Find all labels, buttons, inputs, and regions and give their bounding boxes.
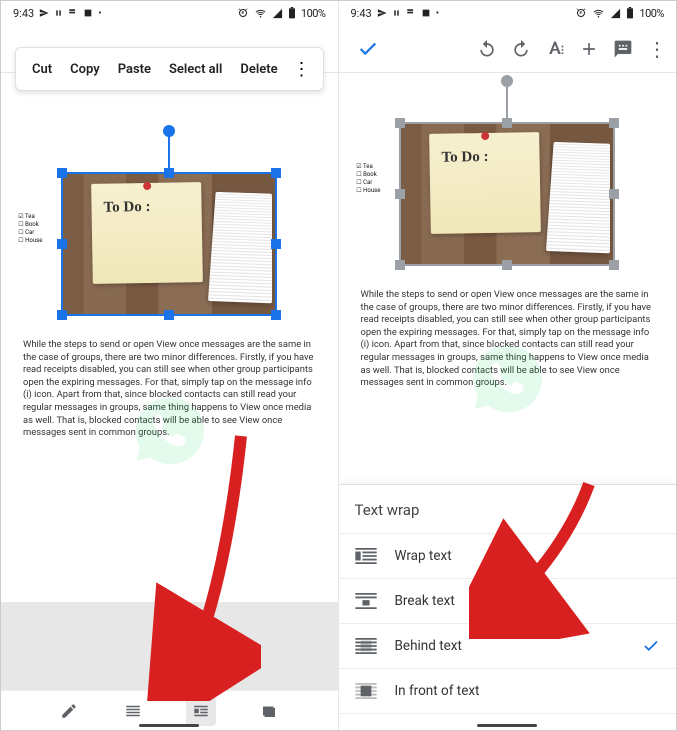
status-time: 9:43	[351, 7, 372, 20]
resize-handle[interactable]	[395, 118, 405, 128]
resize-handle[interactable]	[271, 168, 281, 178]
option-label: Break text	[395, 593, 455, 609]
image-icon	[83, 8, 93, 18]
send-icon	[39, 8, 49, 18]
text-format-icon[interactable]	[540, 34, 570, 64]
resize-handle[interactable]	[164, 168, 174, 178]
context-menu-more-icon[interactable]: ⋮	[289, 55, 315, 84]
resize-handle[interactable]	[395, 260, 405, 270]
cut-button[interactable]: Cut	[24, 56, 60, 83]
panel-title: Text wrap	[339, 485, 677, 534]
status-time: 9:43	[13, 7, 34, 20]
checklist: Tea Book Car House	[18, 213, 42, 245]
selected-image[interactable]: To Do : Tea Book Car House	[62, 173, 276, 315]
layers-icon	[68, 8, 78, 18]
resize-handle[interactable]	[609, 260, 619, 270]
wrap-text-icon	[355, 548, 377, 564]
status-bar: 9:43 • 100%	[339, 1, 677, 25]
undo-icon[interactable]	[472, 34, 502, 64]
image-replace-icon[interactable]	[258, 700, 280, 722]
resize-handle[interactable]	[502, 260, 512, 270]
resize-handle[interactable]	[271, 239, 281, 249]
resize-handle[interactable]	[57, 239, 67, 249]
image-edit-toolbar	[1, 690, 338, 730]
battery-icon	[288, 7, 296, 19]
checklist: Tea Book Car House	[356, 163, 380, 195]
image-icon	[421, 8, 431, 18]
battery-icon	[626, 7, 634, 19]
delete-button[interactable]: Delete	[232, 56, 285, 83]
edit-icon[interactable]	[58, 700, 80, 722]
pause-icon	[54, 8, 63, 18]
alarm-icon	[575, 7, 587, 19]
done-check-icon[interactable]	[349, 25, 387, 73]
toolbar: ⋮	[339, 25, 677, 73]
resize-handle[interactable]	[57, 168, 67, 178]
add-icon[interactable]	[574, 34, 604, 64]
wrap-text-option[interactable]: Wrap text	[339, 534, 677, 579]
battery-level: 100%	[639, 7, 664, 20]
break-text-icon	[355, 593, 377, 609]
in-front-of-text-option[interactable]: In front of text	[339, 669, 677, 714]
left-screenshot: 9:43 •	[1, 1, 339, 730]
rotate-handle[interactable]	[501, 75, 513, 87]
comment-icon[interactable]	[608, 34, 638, 64]
context-menu: Cut Copy Paste Select all Delete ⋮	[15, 47, 324, 91]
redo-icon[interactable]	[506, 34, 536, 64]
send-icon	[377, 8, 387, 18]
front-text-icon	[355, 683, 377, 699]
option-label: In front of text	[395, 683, 480, 699]
body-text: While the steps to send or open View onc…	[1, 315, 338, 440]
signal-icon	[610, 8, 621, 19]
paste-button[interactable]: Paste	[110, 56, 159, 83]
wifi-icon	[592, 8, 605, 19]
text-wrap-panel: Text wrap Wrap text Break text Behind te…	[339, 484, 677, 730]
behind-text-icon	[355, 638, 377, 654]
signal-icon	[272, 8, 283, 19]
more-icon[interactable]: ⋮	[642, 34, 672, 64]
right-screenshot: 9:43 • 100%	[339, 1, 677, 730]
body-text: While the steps to send or open View onc…	[339, 265, 677, 390]
layers-icon	[406, 8, 416, 18]
copy-button[interactable]: Copy	[62, 56, 108, 83]
battery-level: 100%	[301, 7, 326, 20]
nav-pill[interactable]	[477, 724, 537, 727]
resize-handle[interactable]	[57, 310, 67, 320]
alarm-icon	[237, 7, 249, 19]
option-label: Behind text	[395, 638, 462, 654]
behind-text-option[interactable]: Behind text	[339, 624, 677, 669]
resize-handle[interactable]	[271, 310, 281, 320]
justify-icon[interactable]	[122, 700, 144, 722]
pause-icon	[392, 8, 401, 18]
selected-image[interactable]: To Do : Tea Book Car House	[400, 123, 614, 265]
resize-handle[interactable]	[609, 189, 619, 199]
resize-handle[interactable]	[164, 310, 174, 320]
text-wrap-icon[interactable]	[186, 696, 216, 726]
wifi-icon	[254, 8, 267, 19]
nav-pill[interactable]	[139, 724, 199, 727]
resize-handle[interactable]	[502, 118, 512, 128]
resize-handle[interactable]	[395, 189, 405, 199]
option-label: Wrap text	[395, 548, 452, 564]
status-bar: 9:43 •	[1, 1, 338, 25]
check-icon	[642, 637, 660, 655]
keyboard-area-collapsed	[1, 602, 338, 690]
select-all-button[interactable]: Select all	[161, 56, 230, 83]
resize-handle[interactable]	[609, 118, 619, 128]
rotate-handle[interactable]	[163, 125, 175, 137]
break-text-option[interactable]: Break text	[339, 579, 677, 624]
